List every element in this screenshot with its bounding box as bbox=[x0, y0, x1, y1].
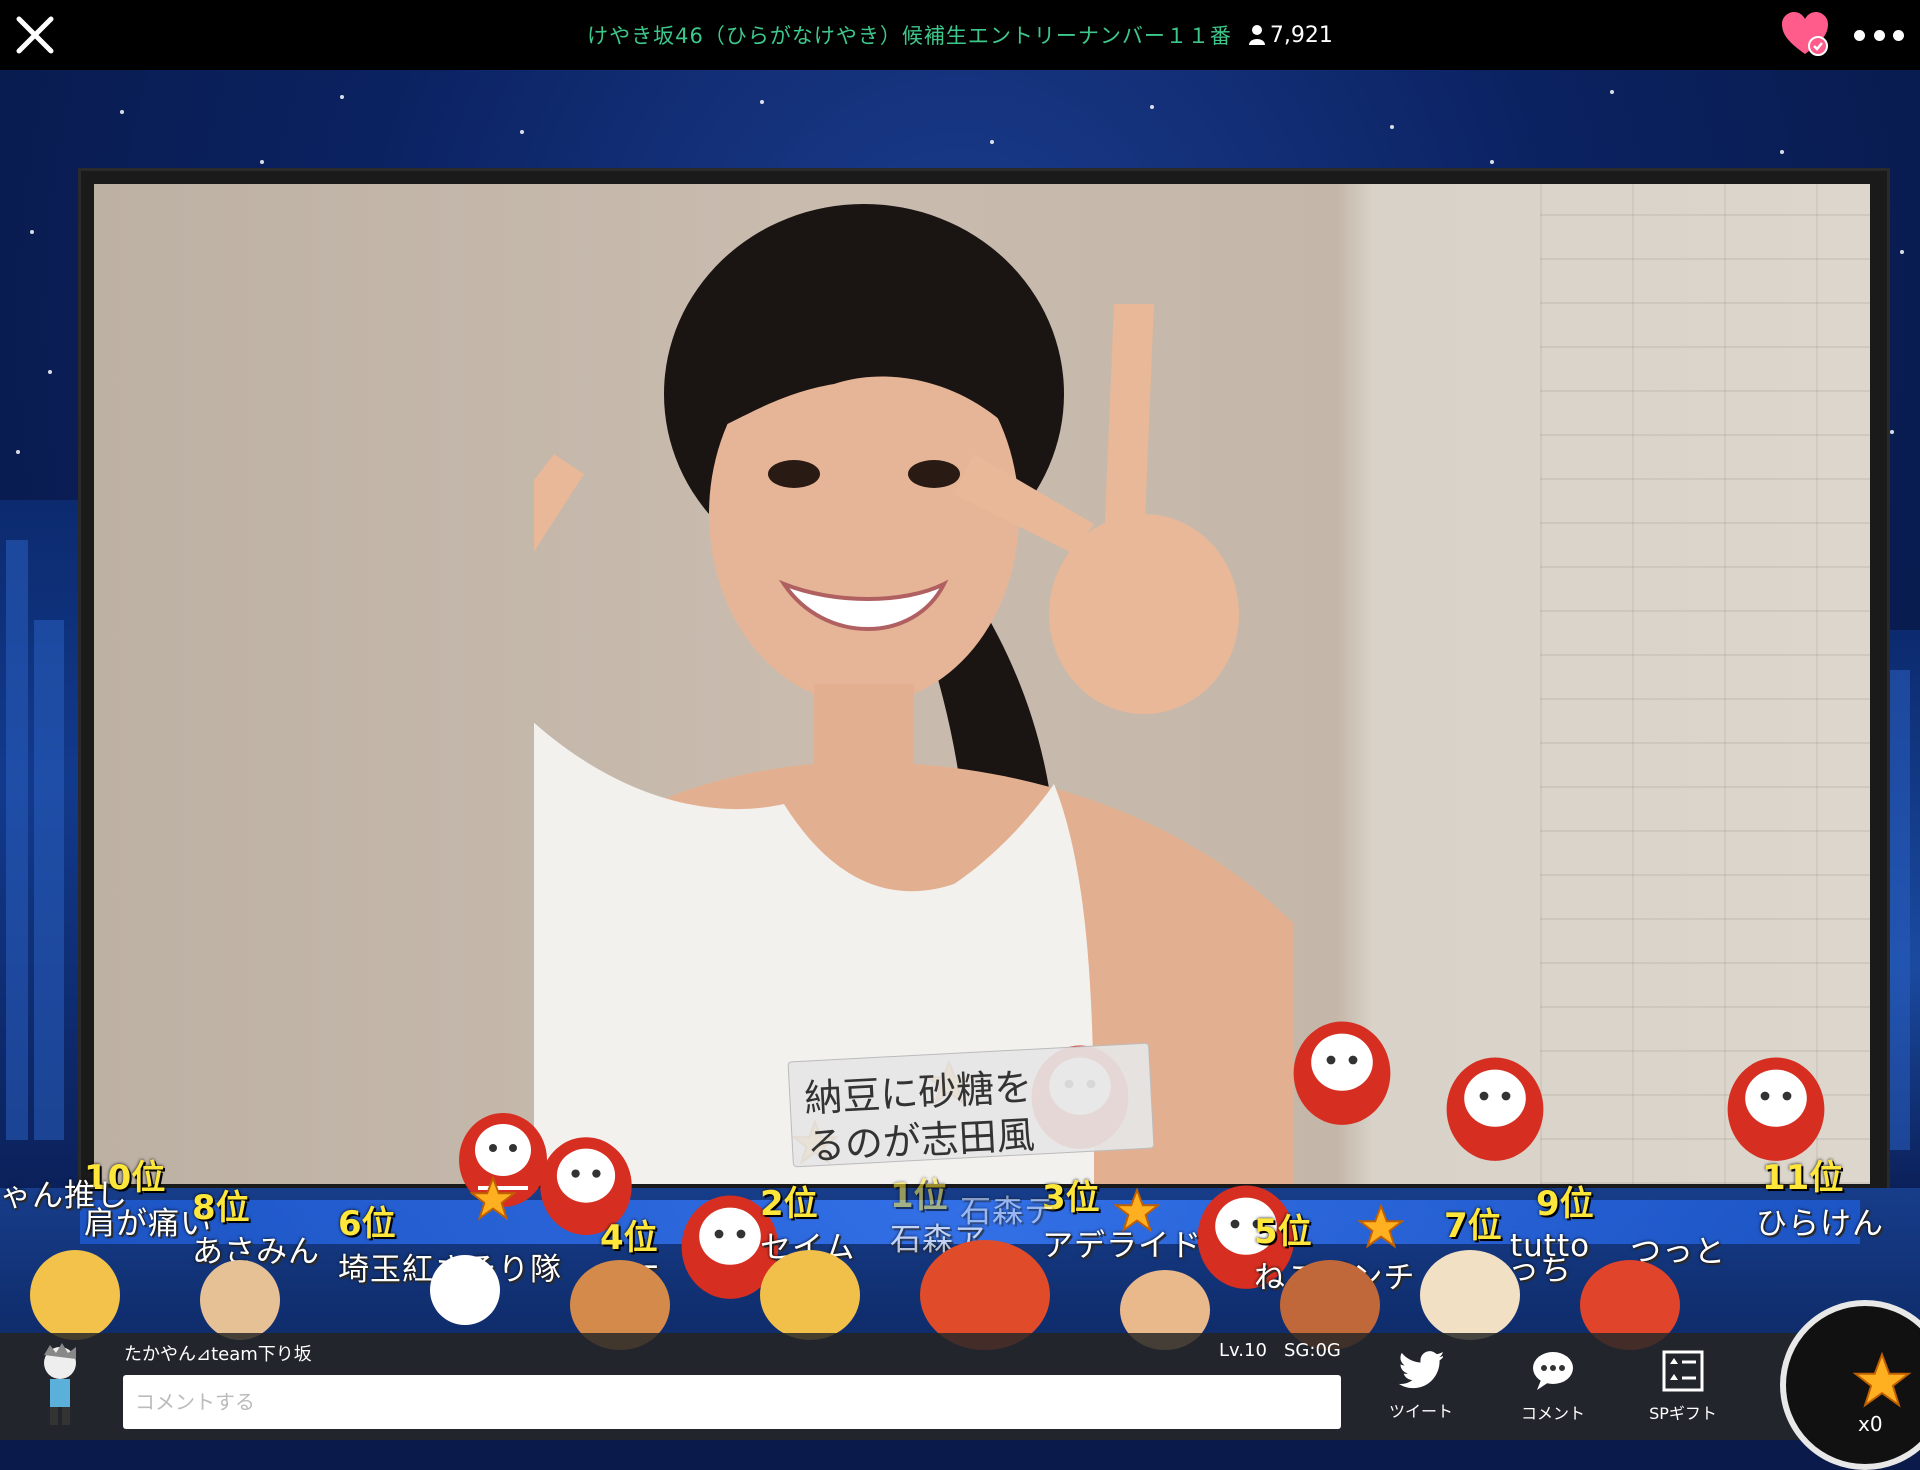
close-button[interactable] bbox=[12, 12, 58, 58]
more-dot bbox=[1873, 29, 1885, 41]
rank-label: 1位 bbox=[890, 1176, 948, 1216]
speech-bubble-icon bbox=[1533, 1352, 1573, 1390]
broadcast-title: けやき坂46（ひらがなけやき）候補生エントリーナンバー１１番 bbox=[587, 24, 1232, 48]
viewer-count: 7,921 bbox=[1248, 23, 1333, 48]
star-icon bbox=[1852, 1352, 1912, 1408]
live-comment-bubble: 納豆に砂糖を るのが志田風 bbox=[787, 1042, 1155, 1169]
user-level: Lv.10 bbox=[1219, 1340, 1267, 1361]
user-sg: SG:0G bbox=[1284, 1340, 1341, 1361]
city-skyline-left bbox=[0, 500, 80, 1200]
comment-input[interactable] bbox=[123, 1375, 1341, 1429]
more-button[interactable] bbox=[1854, 20, 1904, 50]
sp-gift-button[interactable]: SPギフト bbox=[1638, 1350, 1728, 1430]
more-dot bbox=[1893, 29, 1904, 41]
rank-label: 9位 bbox=[1536, 1184, 1594, 1224]
star-count: x0 bbox=[1858, 1412, 1883, 1436]
top-bar: けやき坂46（ひらがなけやき）候補生エントリーナンバー１１番 7,921 bbox=[0, 0, 1920, 70]
broadcaster-image bbox=[534, 204, 1294, 1184]
more-icon bbox=[1854, 29, 1865, 41]
twitter-bird-icon bbox=[1399, 1351, 1443, 1389]
rank-label: 11位 bbox=[1762, 1158, 1844, 1198]
overlay-name: 石森テ bbox=[960, 1194, 1056, 1230]
user-icon bbox=[1248, 25, 1265, 45]
avatar-characters bbox=[0, 1240, 1920, 1350]
rank-label: 6位 bbox=[338, 1204, 396, 1244]
tweet-button[interactable]: ツイート bbox=[1376, 1350, 1466, 1430]
heart-check-icon bbox=[1782, 12, 1828, 56]
rank-label: 2位 bbox=[760, 1184, 818, 1224]
rank-label: 8位 bbox=[192, 1188, 250, 1228]
star-gift-icon bbox=[470, 1176, 516, 1221]
close-icon bbox=[16, 16, 54, 54]
username: たかやん⊿team下り坂 bbox=[124, 1344, 312, 1365]
daruma-gift-icon bbox=[1293, 1021, 1391, 1125]
tweet-label: ツイート bbox=[1388, 1402, 1453, 1421]
user-avatar[interactable] bbox=[34, 1343, 86, 1427]
overlay-name: ゃん推し bbox=[0, 1178, 128, 1214]
daruma-gift-icon bbox=[1446, 1057, 1544, 1161]
viewer-count-value: 7,921 bbox=[1269, 22, 1333, 48]
favorite-button[interactable] bbox=[1780, 10, 1830, 58]
comment-button[interactable]: コメント bbox=[1508, 1350, 1598, 1430]
sp-gift-label: SPギフト bbox=[1649, 1404, 1717, 1423]
rank-name: ひらけん bbox=[1756, 1206, 1884, 1242]
brick-wall bbox=[1540, 184, 1870, 1184]
comment-label: コメント bbox=[1520, 1404, 1585, 1423]
daruma-gift-icon bbox=[1727, 1057, 1825, 1161]
gift-list-icon bbox=[1662, 1350, 1704, 1392]
live-video[interactable] bbox=[94, 184, 1870, 1184]
